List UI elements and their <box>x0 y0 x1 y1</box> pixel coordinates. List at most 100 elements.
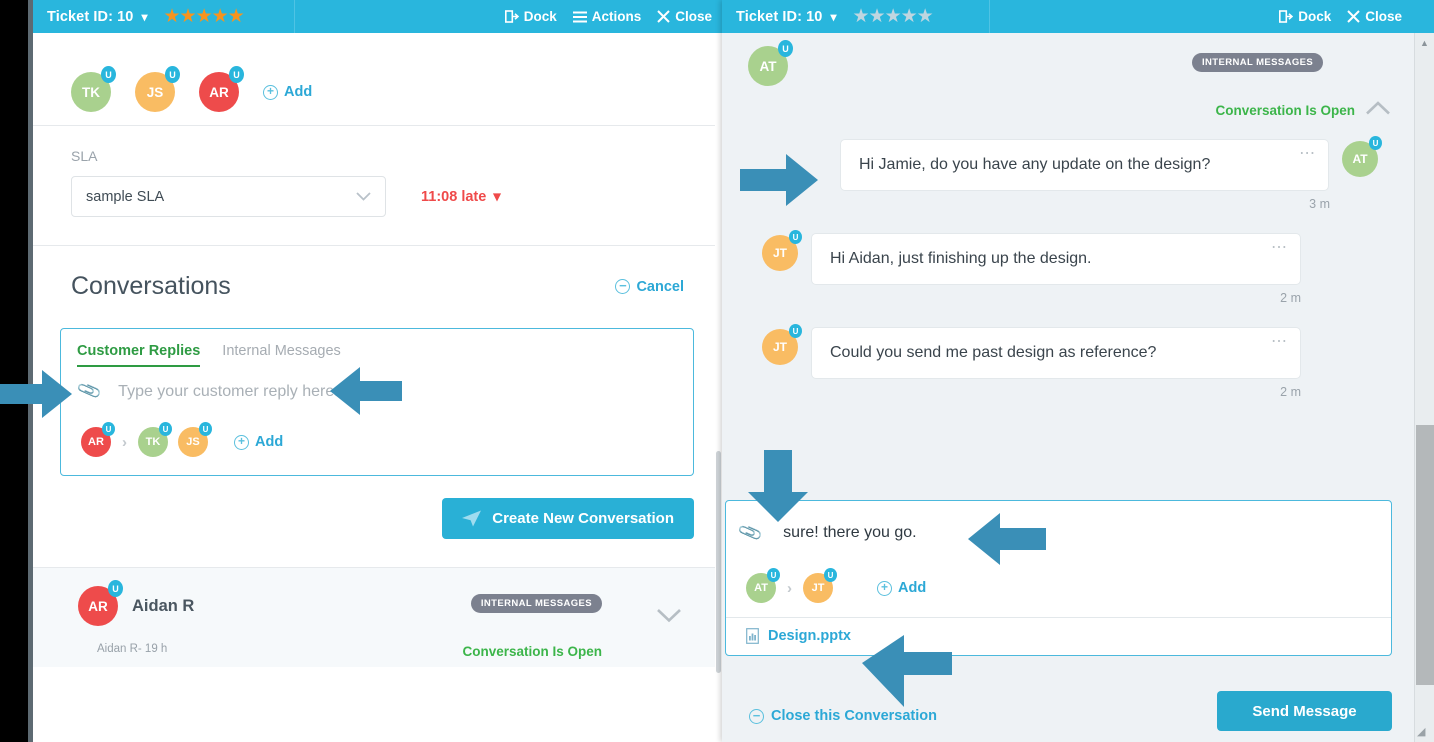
user-badge: U <box>778 40 793 57</box>
right-panel-scrollbar[interactable]: ▲ ◢ <box>1414 33 1434 742</box>
message-options-icon[interactable]: ⋯ <box>1271 334 1288 350</box>
header-divider <box>989 0 990 33</box>
cancel-button[interactable]: − Cancel <box>615 279 684 295</box>
chevron-up-icon[interactable] <box>1365 101 1391 116</box>
rating-stars[interactable]: ★★★★★ <box>164 7 245 26</box>
chevron-down-icon <box>356 192 371 201</box>
sla-select[interactable]: sample SLA <box>71 176 386 217</box>
chevron-down-icon[interactable] <box>656 608 682 623</box>
annotation-arrow-right <box>0 370 72 418</box>
message-options-icon[interactable]: ⋯ <box>1271 240 1288 256</box>
left-panel-scrollbar[interactable] <box>715 33 722 742</box>
scrollbar-thumb[interactable] <box>716 451 721 673</box>
scrollbar-thumb[interactable] <box>1416 425 1434 685</box>
close-label: Close <box>675 9 712 24</box>
dock-label: Dock <box>1298 9 1332 24</box>
avatar[interactable]: TK U <box>138 422 172 457</box>
left-header-actions: Dock Actions Close <box>504 0 722 33</box>
message-item: JT U Hi Aidan, just finishing up the des… <box>762 230 1378 305</box>
avatar[interactable]: AT U <box>748 40 793 86</box>
chevron-down-icon[interactable]: ▾ <box>141 10 147 24</box>
avatar[interactable]: AT U <box>1342 136 1382 177</box>
avatar[interactable]: JT U <box>803 568 837 603</box>
message-bubble[interactable]: Hi Aidan, just finishing up the design. … <box>811 233 1301 285</box>
message-bubble[interactable]: Could you send me past design as referen… <box>811 327 1301 379</box>
avatar[interactable]: JT U <box>762 230 802 271</box>
left-ticket-id-label: Ticket ID: 10 <box>47 8 134 25</box>
assignee-avatar-row: TK U JS U AR U + Add <box>33 33 722 125</box>
message-item: JT U Could you send me past design as re… <box>762 324 1378 399</box>
avatar[interactable]: AR U <box>78 580 123 626</box>
avatar-initials: JS <box>146 84 164 100</box>
avatar[interactable]: JT U <box>762 324 802 365</box>
add-participant-button[interactable]: + Add <box>877 580 926 596</box>
conversation-list-item[interactable]: AR U Aidan R INTERNAL MESSAGES Aidan R- … <box>33 567 722 667</box>
plus-circle-icon: + <box>234 434 249 450</box>
send-message-button[interactable]: Send Message <box>1217 691 1392 731</box>
dock-button[interactable]: Dock <box>1279 9 1331 24</box>
resize-grip-icon[interactable]: ◢ <box>1417 725 1432 740</box>
hamburger-icon <box>572 11 587 22</box>
sla-status[interactable]: 11:08 late ▾ <box>421 189 501 205</box>
sla-section: SLA sample SLA 11:08 late ▾ <box>33 126 722 245</box>
avatar[interactable]: JS U <box>178 422 212 457</box>
message-timestamp: 2 m <box>1280 291 1301 305</box>
sla-label: SLA <box>71 148 98 164</box>
user-badge: U <box>1369 136 1382 150</box>
right-ticket-id-label: Ticket ID: 10 <box>736 8 823 25</box>
close-button[interactable]: Close <box>657 9 712 24</box>
user-badge: U <box>789 324 802 338</box>
user-badge: U <box>824 568 837 582</box>
plus-circle-icon: + <box>263 84 278 100</box>
dock-button[interactable]: Dock <box>504 9 557 24</box>
annotation-arrow-right <box>740 154 818 206</box>
reply-composer: 📎 sure! there you go. AT U › JT U + Add … <box>725 500 1392 656</box>
avatar-initials: AR <box>209 84 229 100</box>
header-divider <box>294 0 295 33</box>
add-assignee-button[interactable]: + Add <box>263 84 312 100</box>
add-participant-button[interactable]: + Add <box>234 434 283 450</box>
attachment-link[interactable]: Design.pptx <box>768 628 851 644</box>
scroll-up-arrow-icon[interactable]: ▲ <box>1415 33 1434 52</box>
sla-status-label: 11:08 late <box>421 188 487 205</box>
avatar-initials: JT <box>811 582 825 594</box>
user-badge: U <box>159 422 172 436</box>
reply-input[interactable]: Type your customer reply here... <box>118 381 350 401</box>
thread-header: AT U INTERNAL MESSAGES Conversation Is O… <box>722 33 1420 139</box>
avatar[interactable]: AR U <box>81 422 115 457</box>
message-options-icon[interactable]: ⋯ <box>1299 146 1316 162</box>
left-header-title-group[interactable]: Ticket ID: 10 ▾ ★★★★★ <box>33 0 258 33</box>
minus-circle-icon: − <box>615 279 631 294</box>
close-label: Close <box>1365 9 1402 24</box>
avatar[interactable]: AR U <box>199 66 244 112</box>
message-row: JT U Could you send me past design as re… <box>762 324 1378 379</box>
right-panel-header: Ticket ID: 10 ▾ ★★★★★ Dock Close <box>722 0 1434 33</box>
user-badge: U <box>199 422 212 436</box>
right-header-title-group[interactable]: Ticket ID: 10 ▾ ★★★★★ <box>722 0 947 33</box>
tab-customer-replies[interactable]: Customer Replies <box>77 343 201 367</box>
close-button[interactable]: Close <box>1347 9 1402 24</box>
conversations-header: Conversations − Cancel <box>33 246 722 301</box>
user-badge: U <box>229 66 244 83</box>
add-label: Add <box>284 84 313 100</box>
actions-button[interactable]: Actions <box>572 9 641 24</box>
dock-icon <box>1279 10 1294 23</box>
conversation-item-header: AR U Aidan R <box>33 580 722 626</box>
message-bubble[interactable]: Hi Jamie, do you have any update on the … <box>840 139 1330 191</box>
tab-internal-messages[interactable]: Internal Messages <box>222 343 340 365</box>
avatar-initials: JT <box>772 340 787 354</box>
status-badge: INTERNAL MESSAGES <box>470 594 602 613</box>
avatar[interactable]: TK U <box>71 66 116 112</box>
add-label: Add <box>898 580 927 596</box>
chevron-down-icon[interactable]: ▾ <box>830 10 836 24</box>
annotation-arrow-left <box>968 513 1046 565</box>
conversations-title: Conversations <box>71 272 231 300</box>
avatar-initials: AR <box>88 598 108 614</box>
avatar[interactable]: AT U <box>746 568 780 603</box>
close-conversation-button[interactable]: − Close this Conversation <box>749 708 937 724</box>
rating-stars[interactable]: ★★★★★ <box>853 7 934 26</box>
avatar[interactable]: JS U <box>135 66 180 112</box>
create-new-conversation-button[interactable]: Create New Conversation <box>442 498 694 539</box>
reply-input[interactable]: sure! there you go. <box>783 524 916 542</box>
message-text: Hi Aidan, just finishing up the design. <box>830 250 1092 267</box>
